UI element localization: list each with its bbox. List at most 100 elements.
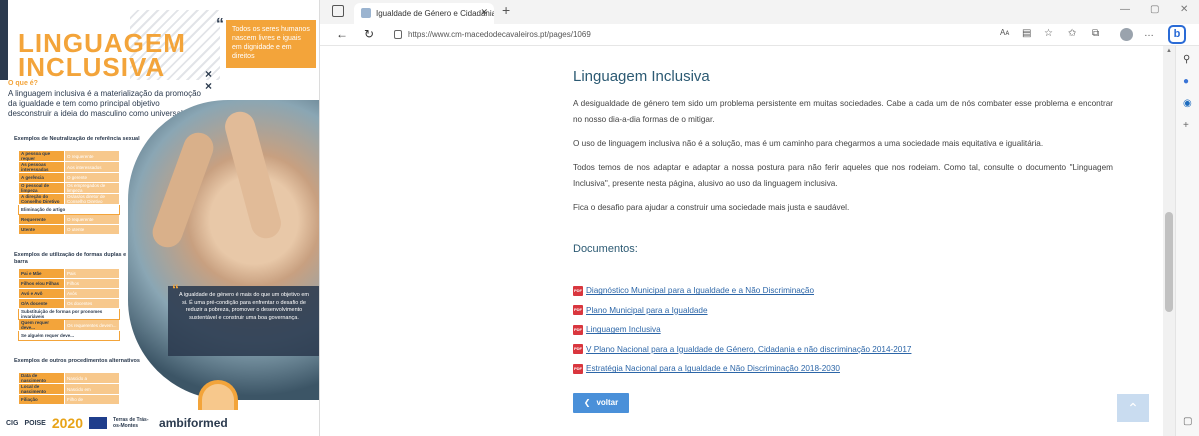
browser-window: Igualdade de Género e Cidadania ✕ + — ▢ … — [320, 0, 1199, 436]
paragraph: Fica o desafio para ajudar a construir u… — [573, 203, 850, 212]
poster-table-row: Requerente O requerente — [18, 214, 120, 225]
page-scrollbar[interactable]: ▲ — [1163, 46, 1175, 436]
bing-icon[interactable]: b — [1168, 25, 1186, 44]
logo-cig: CIG — [6, 419, 19, 427]
sidebar-add-icon[interactable]: + — [1183, 120, 1189, 131]
poster-section2-table: Pai e Mãe Pais Filhos e/ou Filhas Filhos Avó… — [18, 268, 120, 341]
poster-logos: CIG POISE 2020 Terras de Trás-os-Montes … — [0, 410, 319, 436]
poster-table-cell: Se alguém requer deve... — [18, 330, 120, 341]
outlook-icon[interactable]: ◉ — [1183, 98, 1192, 109]
page-title: Linguagem Inclusiva — [573, 68, 710, 85]
poster-table-row: Substituição de formas por pronomes inva… — [18, 308, 120, 320]
search-icon[interactable]: ⚲ — [1183, 54, 1190, 65]
poster-table-cell: O utente — [64, 224, 120, 235]
minimize-icon[interactable]: — — [1120, 4, 1130, 15]
poster-table-cell: O gerente — [64, 172, 120, 183]
new-tab-icon[interactable]: + — [502, 2, 510, 18]
poster-section3-title: Exemplos de outros procedimentos alterna… — [14, 358, 140, 364]
poster-table-cell: O requerente — [64, 150, 120, 162]
poster-table-cell: Nascido a — [64, 372, 120, 384]
poster-table-cell: Avó e Avô — [18, 288, 65, 299]
poster-table-cell: Filiação — [18, 394, 65, 405]
poster-section1-table: A pessoa que requer O requerente As pessoa… — [18, 150, 120, 235]
eu-flag-icon — [89, 417, 108, 429]
maximize-icon[interactable]: ▢ — [1150, 4, 1159, 15]
poster-table-cell: Pai e Mãe — [18, 268, 65, 279]
poster-quote-box: “ A igualdade de género é mais do que um… — [168, 281, 319, 356]
favorites-icon[interactable]: ✩ — [1068, 28, 1076, 39]
poster-table-row: Avó e Avô Avós — [18, 288, 120, 299]
poster-table-row: A direção do Conselho Diretivo Os/as/os d… — [18, 193, 120, 205]
tab-actions-icon[interactable] — [332, 5, 344, 17]
poster-table-row: Utente O utente — [18, 224, 120, 235]
document-item: PDF Diagnóstico Municipal para a Igualdad… — [573, 281, 1113, 301]
paragraph: Todos temos de nos adaptar e adaptar a n… — [573, 163, 1113, 188]
scroll-up-icon[interactable]: ▲ — [1166, 48, 1172, 54]
tab-active[interactable]: Igualdade de Género e Cidadania ✕ — [354, 3, 494, 24]
document-link[interactable]: Diagnóstico Municipal para a Igualdade e… — [586, 286, 814, 295]
poster-table-cell: Aos interessados — [64, 161, 120, 173]
paragraph: O uso de linguagem inclusiva não é a sol… — [573, 139, 1044, 148]
poster-table-row: Se alguém requer deve... — [18, 330, 120, 341]
poster-table-cell: Data de nascimento — [18, 372, 65, 384]
sidebar-app-icon[interactable]: ● — [1183, 76, 1189, 87]
back-icon[interactable]: ← — [336, 27, 348, 41]
document-item: PDF Plano Municipal para a Igualdade — [573, 301, 1113, 321]
document-link[interactable]: Estratégia Nacional para a Igualdade e N… — [586, 364, 840, 373]
chevron-left-icon: ❮ — [583, 398, 591, 407]
poster-x-decoration-icon: × × — [205, 67, 213, 93]
edge-sidebar: ⚲ ● ◉ + ▢ — [1175, 46, 1199, 436]
document-link[interactable]: Linguagem Inclusiva — [586, 325, 661, 334]
scrollbar-thumb[interactable] — [1165, 212, 1173, 312]
poster-table-row: Pai e Mãe Pais — [18, 268, 120, 279]
documents-list: PDF Diagnóstico Municipal para a Igualdad… — [573, 281, 1113, 379]
poster-table-cell: Filho de — [64, 394, 120, 405]
poster-top-quote-text: Todos os seres humanos nascem livres e i… — [232, 26, 310, 60]
tab-close-icon[interactable]: ✕ — [480, 7, 488, 18]
page-content: Linguagem Inclusiva A desigualdade de gé… — [573, 68, 1113, 413]
poster-table-cell: A gerência — [18, 172, 65, 183]
more-menu-icon[interactable]: … — [1144, 28, 1154, 39]
poster-table-row: Quem requer deve... Os requerentes devem.… — [18, 319, 120, 331]
poster-table-cell: Requerente — [18, 214, 65, 225]
scroll-to-top-button[interactable]: ⌃ — [1117, 394, 1149, 422]
poster-table-cell: Quem requer deve... — [18, 319, 65, 331]
chevron-up-icon: ⌃ — [1127, 400, 1139, 416]
poster-table-cell: Filhos — [64, 278, 120, 289]
poster-image: LINGUAGEM INCLUSIVA “ Todos os seres hum… — [0, 0, 320, 436]
tab-title: Igualdade de Género e Cidadania — [376, 9, 494, 18]
back-button[interactable]: ❮ voltar — [573, 392, 629, 413]
poster-what-block: O que é? A linguagem inclusiva é a mater… — [8, 80, 203, 119]
document-link[interactable]: V Plano Nacional para a Igualdade de Gén… — [586, 345, 911, 354]
collections-icon[interactable]: ⧉ — [1092, 28, 1099, 39]
poster-table-cell: O/A docente — [18, 298, 65, 309]
address-bar: ← ↻ https://www.cm-macedodecavaleiros.pt… — [320, 24, 1199, 46]
documents-heading: Documentos: — [573, 243, 638, 255]
poster-top-quote: “ Todos os seres humanos nascem livres e… — [216, 17, 316, 68]
poster-table-cell: Os requerentes devem... — [64, 319, 120, 331]
poster-table-cell: A pessoa que requer — [18, 150, 65, 162]
read-aloud-icon[interactable]: Aᴀ — [1000, 28, 1009, 37]
pdf-icon: PDF — [573, 305, 583, 316]
url-text: https://www.cm-macedodecavaleiros.pt/pag… — [408, 30, 591, 39]
pdf-icon: PDF — [573, 285, 583, 296]
sidebar-toggle-icon[interactable]: ▢ — [1183, 416, 1192, 427]
quote-mark-icon: “ — [172, 281, 179, 297]
close-window-icon[interactable]: ✕ — [1180, 4, 1188, 15]
poster-table-row: As pessoas interessadas Aos interessados — [18, 161, 120, 173]
immersive-reader-icon[interactable]: ▤ — [1022, 28, 1031, 39]
add-favorite-icon[interactable]: ☆ — [1044, 28, 1053, 39]
poster-table-cell: Local de nascimento — [18, 383, 65, 395]
poster-table-row: Eliminação do artigo — [18, 204, 120, 215]
url-field[interactable]: https://www.cm-macedodecavaleiros.pt/pag… — [390, 27, 980, 43]
refresh-icon[interactable]: ↻ — [364, 27, 374, 41]
document-link[interactable]: Plano Municipal para a Igualdade — [586, 306, 708, 315]
poster-table-cell: Avós — [64, 288, 120, 299]
poster-table-row: Local de nascimento Nascido em — [18, 383, 120, 395]
document-item: PDF Linguagem Inclusiva — [573, 320, 1113, 340]
poster-table-cell: Os docentes — [64, 298, 120, 309]
profile-avatar[interactable] — [1120, 28, 1133, 41]
poster-table-cell: Eliminação do artigo — [18, 204, 120, 215]
quote-mark-icon: “ — [216, 16, 224, 33]
poster-table-cell: A direção do Conselho Diretivo — [18, 193, 65, 205]
